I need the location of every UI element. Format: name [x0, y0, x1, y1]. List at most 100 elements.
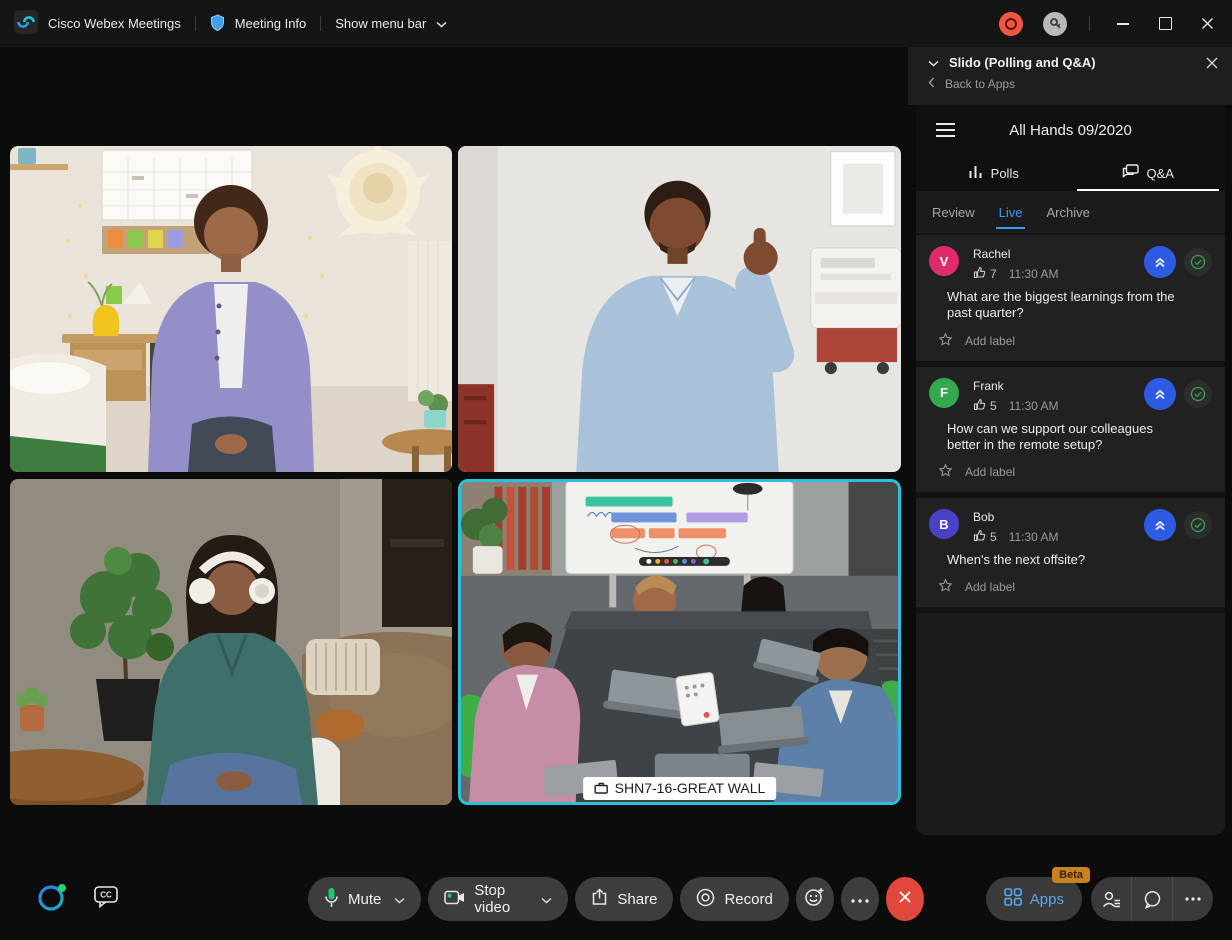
mute-button[interactable]: Mute — [308, 877, 421, 921]
record-button[interactable]: Record — [680, 877, 788, 921]
panel-header: Slido (Polling and Q&A) Back to Apps — [908, 47, 1232, 105]
video-tile-participant-2[interactable] — [458, 146, 901, 472]
svg-text:CC: CC — [100, 891, 112, 900]
closed-captions-icon[interactable]: CC — [94, 885, 119, 913]
add-label-button[interactable]: Add label — [938, 463, 1212, 481]
room-device-icon — [594, 782, 608, 794]
avatar: B — [929, 509, 959, 539]
more-panels-button[interactable] — [1172, 877, 1213, 921]
stop-video-label: Stop video — [474, 882, 528, 916]
panel-title: Slido (Polling and Q&A) — [949, 55, 1096, 70]
active-tab-underline — [1077, 189, 1219, 191]
record-icon — [696, 888, 715, 911]
question-text: How can we support our colleagues better… — [947, 421, 1185, 454]
video-tile-participant-3[interactable] — [10, 479, 452, 805]
back-to-apps-button[interactable]: Back to Apps — [928, 77, 1218, 91]
timestamp: 11:30 AM — [1009, 399, 1059, 413]
lock-key-icon[interactable] — [1043, 12, 1067, 36]
reactions-button[interactable] — [796, 877, 834, 921]
vote-count: 7 — [990, 267, 997, 281]
star-icon — [938, 578, 953, 596]
webex-assistant-icon[interactable] — [36, 881, 68, 918]
toolbar-left: CC — [36, 877, 119, 921]
tab-polls-label: Polls — [991, 166, 1019, 181]
app-identity: Cisco Webex Meetings — [14, 10, 181, 37]
panel-toggle-group — [1091, 877, 1213, 921]
chat-button[interactable] — [1131, 877, 1172, 921]
participants-button[interactable] — [1091, 877, 1131, 921]
leave-meeting-button[interactable] — [886, 877, 924, 921]
divider — [320, 16, 321, 31]
upvote-button[interactable] — [1144, 378, 1176, 410]
close-window-button[interactable] — [1196, 13, 1218, 35]
divider — [195, 16, 196, 31]
qa-subtabs: Review Live Archive — [916, 191, 1225, 233]
subtab-archive[interactable]: Archive — [1046, 191, 1089, 233]
tab-polls[interactable]: Polls — [916, 155, 1071, 191]
chevron-down-icon[interactable] — [394, 891, 405, 908]
meeting-info-label: Meeting Info — [235, 16, 307, 31]
subtab-review[interactable]: Review — [932, 191, 975, 233]
thumbs-up-icon — [973, 529, 986, 545]
tab-qa[interactable]: Q&A — [1071, 155, 1226, 191]
toolbar-center: Mute Stop video Share Record — [308, 877, 924, 921]
apps-grid-icon — [1004, 888, 1022, 910]
device-name-label: SHN7-16-GREAT WALL — [583, 777, 777, 800]
mark-answered-button[interactable] — [1184, 380, 1212, 408]
more-options-button[interactable] — [841, 877, 879, 921]
show-menu-bar-button[interactable]: Show menu bar — [335, 16, 447, 31]
apps-button[interactable]: Apps Beta — [986, 877, 1082, 921]
share-button[interactable]: Share — [575, 877, 673, 921]
microphone-icon — [324, 887, 339, 912]
mark-answered-button[interactable] — [1184, 248, 1212, 276]
add-label-button[interactable]: Add label — [938, 578, 1212, 596]
vote-count: 5 — [990, 399, 997, 413]
share-label: Share — [617, 891, 657, 908]
record-label: Record — [724, 891, 772, 908]
qa-card: F Frank 5 11:30 AM — [916, 367, 1225, 499]
chevron-left-icon — [928, 77, 935, 91]
chevron-down-icon — [436, 16, 447, 31]
close-panel-button[interactable] — [1206, 57, 1218, 69]
divider — [1089, 16, 1090, 31]
timestamp: 11:30 AM — [1009, 267, 1059, 281]
collapse-chevron-icon[interactable] — [928, 55, 939, 70]
avatar: V — [929, 246, 959, 276]
close-x-icon — [897, 889, 913, 910]
toolbar-right: Apps Beta — [986, 877, 1213, 921]
vote-count: 5 — [990, 530, 997, 544]
add-label-text: Add label — [965, 580, 1015, 594]
device-name-text: SHN7-16-GREAT WALL — [615, 780, 766, 796]
upvote-button[interactable] — [1144, 509, 1176, 541]
slido-meeting-title: All Hands 09/2020 — [1009, 122, 1132, 139]
share-icon — [591, 888, 608, 910]
qa-question-list: V Rachel 7 11:30 AM — [916, 233, 1225, 613]
camera-icon — [444, 890, 465, 909]
add-label-button[interactable]: Add label — [938, 332, 1212, 350]
subtab-live[interactable]: Live — [999, 191, 1023, 233]
smiley-plus-icon — [804, 886, 825, 912]
chevron-down-icon[interactable] — [541, 891, 552, 908]
avatar: F — [929, 378, 959, 408]
stop-video-button[interactable]: Stop video — [428, 877, 568, 921]
mark-answered-button[interactable] — [1184, 511, 1212, 539]
author-name: Bob — [973, 510, 1059, 524]
webex-logo-icon — [14, 10, 38, 37]
shield-icon — [210, 14, 225, 34]
maximize-button[interactable] — [1154, 13, 1176, 35]
menu-icon[interactable] — [936, 123, 955, 137]
star-icon — [938, 332, 953, 350]
video-tile-room-device[interactable]: SHN7-16-GREAT WALL — [458, 479, 901, 805]
apps-side-panel: Slido (Polling and Q&A) Back to Apps All… — [908, 47, 1232, 940]
add-label-text: Add label — [965, 465, 1015, 479]
ellipsis-icon — [851, 890, 869, 908]
slido-app: All Hands 09/2020 Polls Q&A — [916, 105, 1225, 835]
show-menu-bar-label: Show menu bar — [335, 16, 426, 31]
video-tile-participant-1[interactable] — [10, 146, 452, 472]
app-name: Cisco Webex Meetings — [48, 16, 181, 31]
upvote-button[interactable] — [1144, 246, 1176, 278]
tab-qa-label: Q&A — [1147, 166, 1174, 181]
minimize-button[interactable] — [1112, 13, 1134, 35]
meeting-info-button[interactable]: Meeting Info — [210, 14, 307, 34]
recording-indicator-icon[interactable] — [999, 12, 1023, 36]
